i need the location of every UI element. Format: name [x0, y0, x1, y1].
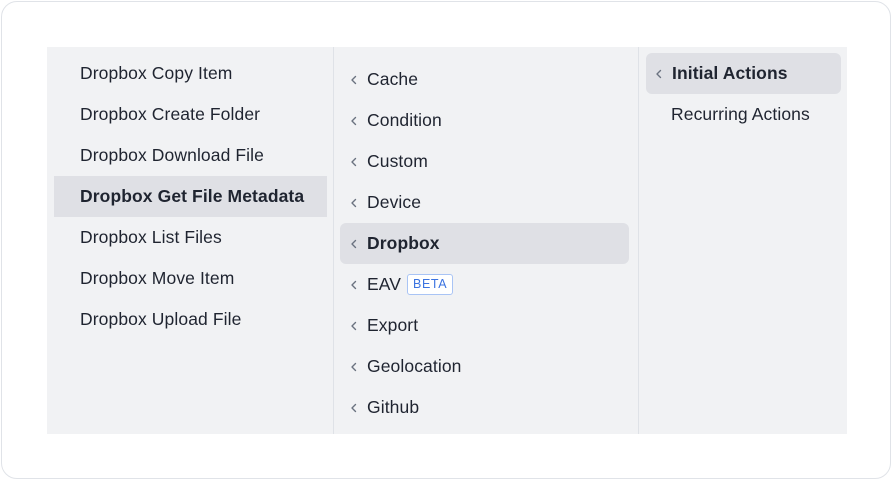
chevron-left-icon: [347, 237, 361, 251]
category-item-label: Export: [367, 315, 419, 335]
cascading-menu: Dropbox Copy Item Dropbox Create Folder …: [47, 47, 847, 434]
category-item-label: Dropbox: [367, 233, 440, 253]
action-type-label: Recurring Actions: [671, 104, 810, 124]
chevron-left-icon: [347, 73, 361, 87]
action-item-label: Dropbox Copy Item: [80, 63, 233, 83]
category-item-eav[interactable]: EAV BETA: [340, 264, 629, 305]
chevron-left-icon: [347, 360, 361, 374]
category-item-geolocation[interactable]: Geolocation: [340, 346, 629, 387]
category-item-label: Cache: [367, 69, 419, 89]
action-item-label: Dropbox Download File: [80, 145, 264, 165]
action-type-initial-actions[interactable]: Initial Actions: [646, 53, 841, 94]
category-item-device[interactable]: Device: [340, 182, 629, 223]
action-item-label: Dropbox Move Item: [80, 268, 235, 288]
category-item-label: EAV: [367, 274, 402, 294]
category-item-custom[interactable]: Custom: [340, 141, 629, 182]
category-item-condition[interactable]: Condition: [340, 100, 629, 141]
category-item-label: Github: [367, 397, 420, 417]
chevron-left-icon: [347, 196, 361, 210]
categories-list: Cache Condition Custom Device Dropbox EA…: [334, 47, 639, 434]
action-item-label: Dropbox Get File Metadata: [80, 186, 305, 206]
beta-badge: BETA: [407, 274, 454, 295]
action-type-recurring-actions[interactable]: Recurring Actions: [646, 94, 841, 135]
action-type-label: Initial Actions: [672, 63, 788, 83]
action-item-dropbox-upload-file[interactable]: Dropbox Upload File: [54, 299, 327, 340]
chevron-left-icon: [652, 67, 666, 81]
chevron-left-icon: [347, 278, 361, 292]
action-item-label: Dropbox List Files: [80, 227, 222, 247]
chevron-left-icon: [347, 319, 361, 333]
action-types-list: Initial Actions Recurring Actions: [639, 47, 847, 434]
action-item-dropbox-copy-item[interactable]: Dropbox Copy Item: [54, 53, 327, 94]
action-item-label: Dropbox Upload File: [80, 309, 242, 329]
category-item-label: Geolocation: [367, 356, 462, 376]
category-item-label: Custom: [367, 151, 428, 171]
chevron-left-icon: [347, 114, 361, 128]
action-item-dropbox-get-file-metadata[interactable]: Dropbox Get File Metadata: [54, 176, 327, 217]
action-item-dropbox-move-item[interactable]: Dropbox Move Item: [54, 258, 327, 299]
category-item-export[interactable]: Export: [340, 305, 629, 346]
category-item-github[interactable]: Github: [340, 387, 629, 428]
action-item-dropbox-list-files[interactable]: Dropbox List Files: [54, 217, 327, 258]
chevron-left-icon: [347, 401, 361, 415]
category-item-cache[interactable]: Cache: [340, 59, 629, 100]
category-item-label: Device: [367, 192, 422, 212]
category-item-label: Condition: [367, 110, 442, 130]
category-item-dropbox[interactable]: Dropbox: [340, 223, 629, 264]
action-item-dropbox-create-folder[interactable]: Dropbox Create Folder: [54, 94, 327, 135]
action-item-dropbox-download-file[interactable]: Dropbox Download File: [54, 135, 327, 176]
actions-list: Dropbox Copy Item Dropbox Create Folder …: [47, 47, 334, 434]
action-item-label: Dropbox Create Folder: [80, 104, 261, 124]
chevron-left-icon: [347, 155, 361, 169]
